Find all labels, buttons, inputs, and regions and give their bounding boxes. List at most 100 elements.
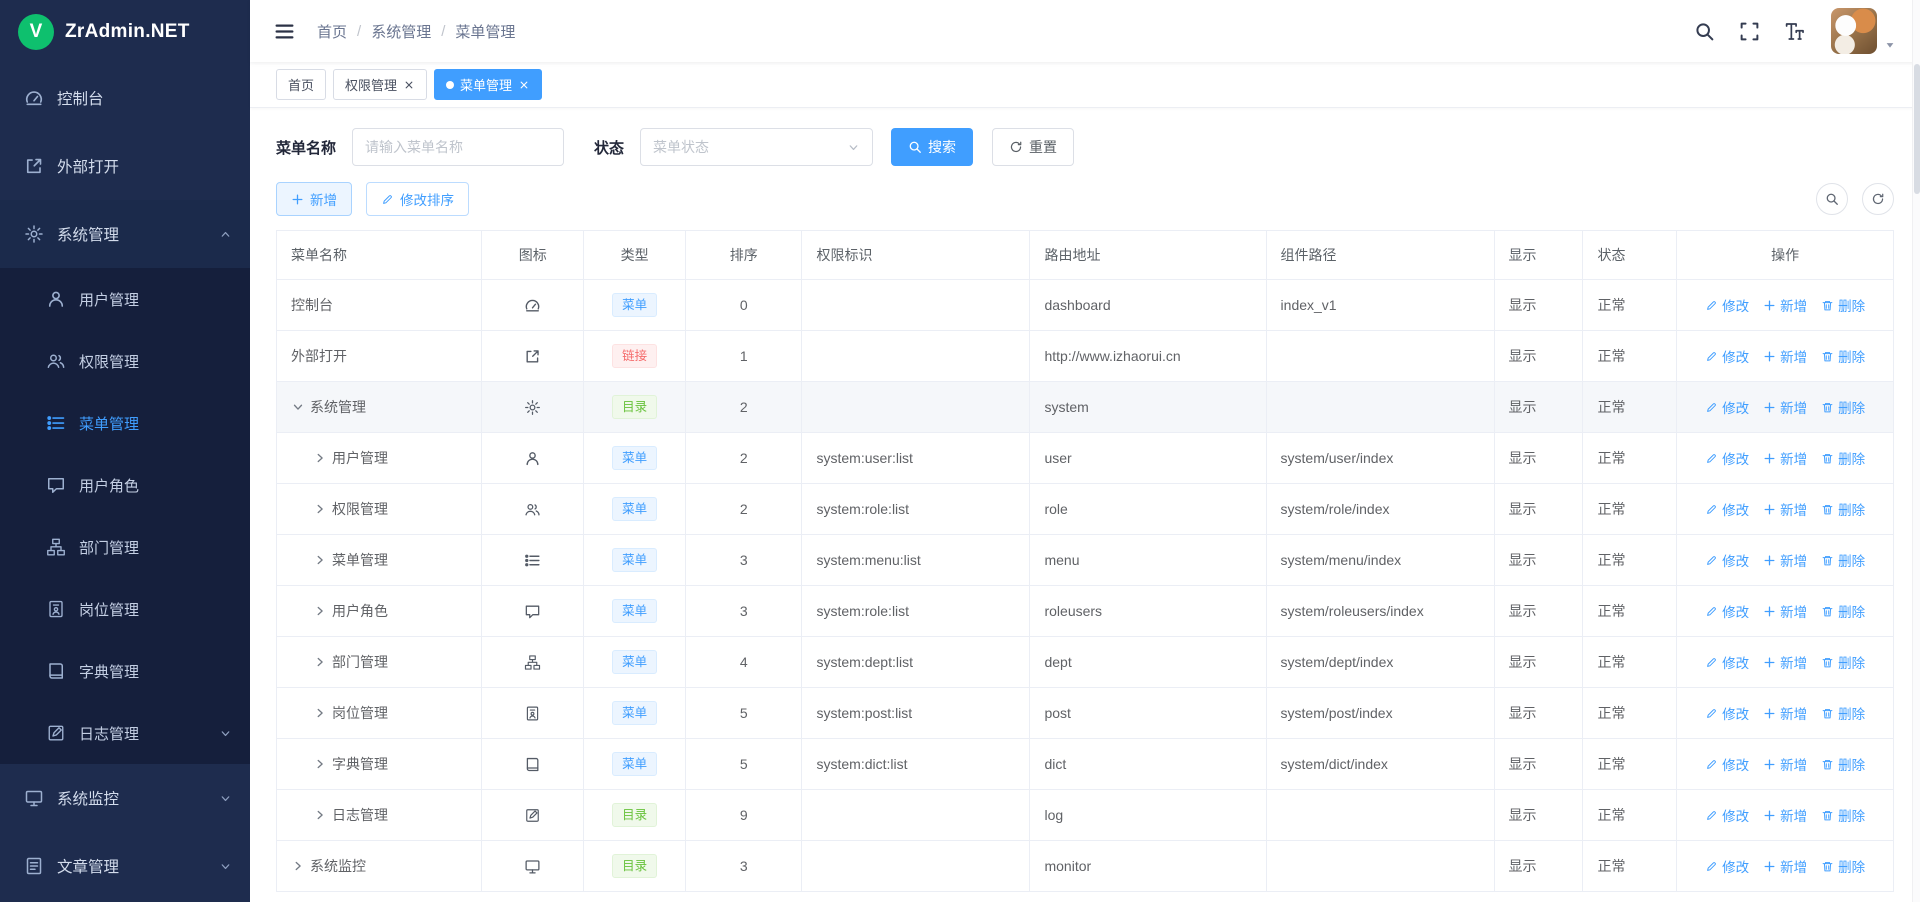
sidebar-item-dept[interactable]: 部门管理	[0, 516, 250, 578]
expand-row-icon[interactable]	[313, 553, 327, 567]
font-size-icon[interactable]	[1784, 21, 1805, 42]
delete-link[interactable]: 删除	[1821, 397, 1865, 417]
logo[interactable]: V ZrAdmin.NET	[0, 0, 250, 64]
sidebar-item-dashboard[interactable]: 控制台	[0, 64, 250, 132]
status-select[interactable]: 菜单状态	[640, 128, 873, 166]
delete-link[interactable]: 删除	[1821, 346, 1865, 366]
close-icon[interactable]	[403, 79, 415, 91]
sidebar-item-article[interactable]: 文章管理	[0, 832, 250, 900]
edit-link[interactable]: 修改	[1705, 499, 1749, 519]
delete-link[interactable]: 删除	[1821, 805, 1865, 825]
edit-link[interactable]: 修改	[1705, 754, 1749, 774]
add-link[interactable]: 新增	[1763, 397, 1807, 417]
breadcrumb-item[interactable]: 首页	[317, 21, 347, 42]
menu-name-cell: 控制台	[291, 295, 469, 315]
expand-row-icon[interactable]	[313, 502, 327, 516]
delete-link[interactable]: 删除	[1821, 754, 1865, 774]
sidebar-item-roleusers[interactable]: 用户角色	[0, 454, 250, 516]
add-button[interactable]: 新增	[276, 182, 352, 216]
add-link[interactable]: 新增	[1763, 856, 1807, 876]
type-cell: 菜单	[584, 586, 686, 637]
component-cell: system/post/index	[1266, 688, 1494, 739]
edit-link[interactable]: 修改	[1705, 295, 1749, 315]
tab-home[interactable]: 首页	[276, 69, 326, 100]
column-header-ops: 操作	[1677, 231, 1894, 280]
edit-link[interactable]: 修改	[1705, 856, 1749, 876]
icon-cell	[482, 382, 584, 433]
add-link[interactable]: 新增	[1763, 805, 1807, 825]
delete-link[interactable]: 删除	[1821, 550, 1865, 570]
breadcrumb-item[interactable]: 系统管理	[371, 21, 431, 42]
type-cell: 目录	[584, 382, 686, 433]
delete-link[interactable]: 删除	[1821, 448, 1865, 468]
edit-link[interactable]: 修改	[1705, 448, 1749, 468]
expand-row-icon[interactable]	[313, 604, 327, 618]
sidebar-item-role[interactable]: 权限管理	[0, 330, 250, 392]
add-link[interactable]: 新增	[1763, 652, 1807, 672]
edit-link[interactable]: 修改	[1705, 652, 1749, 672]
tab-menu[interactable]: 菜单管理	[434, 69, 542, 100]
component-cell: system/dict/index	[1266, 739, 1494, 790]
expand-row-icon[interactable]	[313, 808, 327, 822]
sidebar-item-menu[interactable]: 菜单管理	[0, 392, 250, 454]
refresh-table-button[interactable]	[1862, 183, 1894, 215]
edit-link[interactable]: 修改	[1705, 703, 1749, 723]
app-title: ZrAdmin.NET	[65, 21, 190, 43]
add-link[interactable]: 新增	[1763, 295, 1807, 315]
table-row: 控制台菜单0dashboardindex_v1显示正常修改新增删除	[277, 280, 1894, 331]
edit-link[interactable]: 修改	[1705, 601, 1749, 621]
expand-row-icon[interactable]	[313, 706, 327, 720]
type-cell: 目录	[584, 790, 686, 841]
edit-sort-button[interactable]: 修改排序	[366, 182, 469, 216]
sidebar-item-log[interactable]: 日志管理	[0, 702, 250, 764]
search-button[interactable]: 搜索	[891, 128, 973, 166]
edit-link[interactable]: 修改	[1705, 397, 1749, 417]
delete-link[interactable]: 删除	[1821, 601, 1865, 621]
expand-row-icon[interactable]	[313, 757, 327, 771]
add-link[interactable]: 新增	[1763, 601, 1807, 621]
fullscreen-icon[interactable]	[1739, 21, 1760, 42]
toggle-search-button[interactable]	[1816, 183, 1848, 215]
caret-down-icon[interactable]	[1884, 39, 1896, 51]
menu-name: 部门管理	[332, 652, 388, 672]
sort-cell: 5	[686, 739, 802, 790]
sidebar-item-post[interactable]: 岗位管理	[0, 578, 250, 640]
delete-link[interactable]: 删除	[1821, 499, 1865, 519]
tab-role[interactable]: 权限管理	[333, 69, 427, 100]
sidebar-item-system[interactable]: 系统管理	[0, 200, 250, 268]
trash-icon	[1821, 299, 1834, 312]
add-link[interactable]: 新增	[1763, 499, 1807, 519]
avatar[interactable]	[1831, 8, 1877, 54]
delete-link[interactable]: 删除	[1821, 856, 1865, 876]
add-link[interactable]: 新增	[1763, 703, 1807, 723]
sidebar-item-monitor[interactable]: 系统监控	[0, 764, 250, 832]
edit-link[interactable]: 修改	[1705, 805, 1749, 825]
add-link[interactable]: 新增	[1763, 448, 1807, 468]
sidebar-item-user[interactable]: 用户管理	[0, 268, 250, 330]
add-link[interactable]: 新增	[1763, 550, 1807, 570]
delete-link[interactable]: 删除	[1821, 295, 1865, 315]
plus-icon	[1763, 350, 1776, 363]
collapse-row-icon[interactable]	[291, 400, 305, 414]
menu-collapse-icon[interactable]	[274, 21, 295, 42]
expand-row-icon[interactable]	[291, 859, 305, 873]
page-scrollbar[interactable]	[1912, 0, 1920, 902]
delete-link[interactable]: 删除	[1821, 703, 1865, 723]
edit-link[interactable]: 修改	[1705, 550, 1749, 570]
scrollbar-thumb[interactable]	[1914, 64, 1920, 194]
menu-name-input[interactable]	[352, 128, 564, 166]
sidebar-item-dict[interactable]: 字典管理	[0, 640, 250, 702]
add-link[interactable]: 新增	[1763, 754, 1807, 774]
expand-row-icon[interactable]	[313, 655, 327, 669]
add-button-label: 新增	[310, 189, 337, 209]
user-menu[interactable]	[1831, 8, 1896, 54]
edit-link[interactable]: 修改	[1705, 346, 1749, 366]
table-row: 岗位管理菜单5system:post:listpostsystem/post/i…	[277, 688, 1894, 739]
close-icon[interactable]	[518, 79, 530, 91]
expand-row-icon[interactable]	[313, 451, 327, 465]
add-link[interactable]: 新增	[1763, 346, 1807, 366]
reset-button[interactable]: 重置	[992, 128, 1074, 166]
delete-link[interactable]: 删除	[1821, 652, 1865, 672]
sidebar-item-external[interactable]: 外部打开	[0, 132, 250, 200]
search-icon[interactable]	[1694, 21, 1715, 42]
